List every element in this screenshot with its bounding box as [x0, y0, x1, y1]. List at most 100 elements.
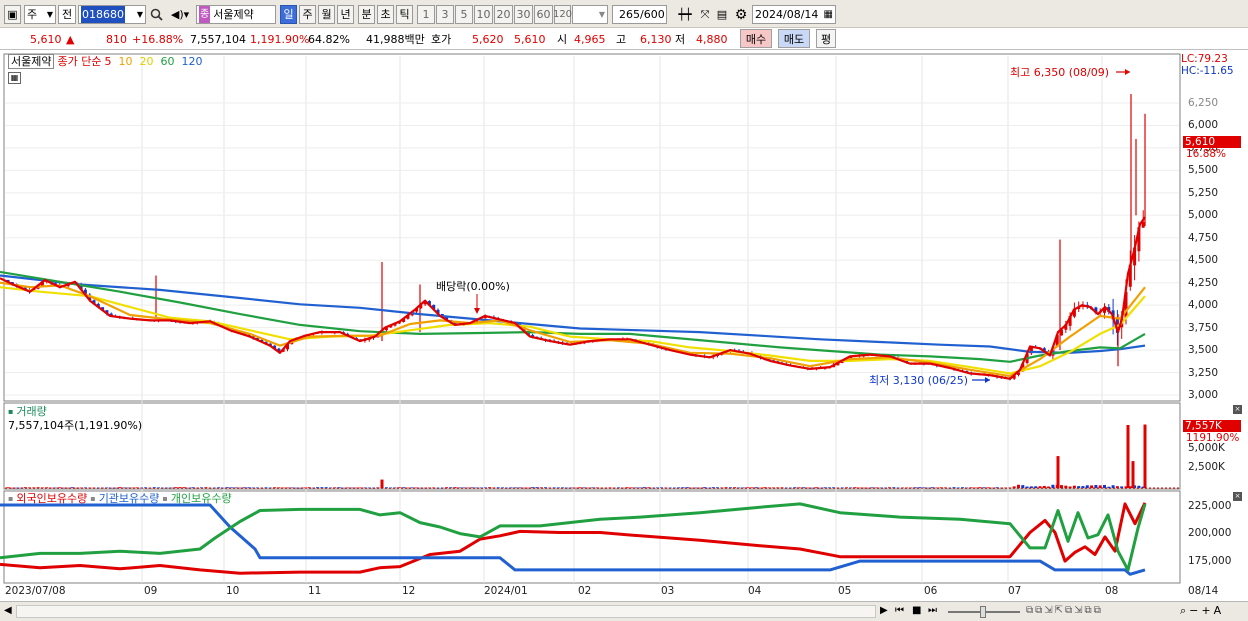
legend-square-icon: ▪ — [90, 494, 96, 503]
period-month[interactable]: 월 — [318, 5, 335, 24]
price-tick: 5,500 — [1188, 164, 1219, 177]
forward-icon[interactable]: ⏭ — [928, 605, 937, 616]
tool-icons[interactable]: ⧉⧉⇲⇱⧉⇲⧉⧉ — [1026, 605, 1103, 616]
volume-bar — [161, 487, 165, 489]
legend-stock[interactable]: 서울제약 — [8, 54, 55, 69]
stock-name: 서울제약 — [213, 8, 254, 21]
high-label: 고 — [616, 33, 627, 46]
rewind-icon[interactable]: ⏮ — [895, 605, 904, 616]
volume-bar — [139, 487, 143, 489]
chart-area — [0, 53, 1181, 584]
volume-bar — [961, 487, 965, 488]
scroll-left-icon[interactable]: ◀ — [4, 605, 12, 616]
volume-bar — [832, 487, 836, 488]
volume-bar — [273, 487, 277, 488]
count-value: 265 — [619, 8, 640, 21]
gear-icon[interactable]: ⚙ — [732, 5, 750, 24]
window-icon[interactable]: ▣ — [4, 5, 21, 24]
volume-bar — [1051, 484, 1055, 488]
volume-bar — [849, 487, 853, 488]
volume-bar — [397, 487, 401, 488]
volume-bar — [440, 487, 444, 489]
scroll-track[interactable] — [16, 605, 876, 618]
volume-bar — [913, 487, 917, 488]
period-minute[interactable]: 분 — [358, 5, 375, 24]
volume-bar — [1081, 486, 1085, 488]
avg-button[interactable]: 평 — [816, 29, 836, 48]
volume-bar — [896, 487, 900, 489]
interval-1[interactable]: 1 — [417, 5, 435, 24]
amount: 41,988백만 — [366, 33, 425, 46]
volume-bar — [402, 487, 406, 488]
search-icon[interactable] — [148, 5, 164, 24]
volume-bar — [225, 487, 229, 488]
legend-title: 종가 단순 — [57, 55, 102, 68]
stock-name-field[interactable]: 종 서울제약 — [196, 5, 276, 24]
zoom-handle[interactable] — [980, 606, 986, 618]
interval-120[interactable]: 120 — [553, 5, 572, 24]
stop-icon[interactable]: ■ — [912, 605, 921, 616]
volume-bar — [28, 487, 31, 488]
volume-bar — [384, 487, 388, 488]
volume-bar — [311, 487, 315, 489]
scroll-bar[interactable]: ◀ ▶ ⏮ ■ ⏭ ⧉⧉⇲⇱⧉⇲⧉⧉ ⌕−+A — [0, 601, 1248, 621]
market-select[interactable]: 주 ▼ — [24, 5, 56, 24]
volume-bar — [1068, 486, 1072, 488]
period-tick[interactable]: 틱 — [396, 5, 413, 24]
volume-bar — [324, 487, 328, 488]
close-icon[interactable]: × — [1233, 492, 1242, 501]
volume-bar — [780, 487, 784, 488]
volume-bar — [802, 487, 805, 488]
volume-bar — [1126, 425, 1130, 488]
volume-bar — [793, 487, 797, 488]
volume-bar — [535, 487, 539, 488]
period-week[interactable]: 주 — [299, 5, 316, 24]
interval-3[interactable]: 3 — [436, 5, 454, 24]
volume-bar — [1111, 485, 1115, 488]
interval-60[interactable]: 60 — [534, 5, 553, 24]
interval-select[interactable]: ▼ — [572, 5, 608, 24]
save-icon[interactable]: ▤ — [714, 5, 730, 24]
interval-20[interactable]: 20 — [494, 5, 513, 24]
scroll-right-icon[interactable]: ▶ — [880, 605, 888, 616]
volume-bar — [101, 487, 105, 489]
candle-icon[interactable]: ┿┿ — [676, 5, 694, 24]
legend-square-icon: ▪ — [8, 407, 14, 416]
speaker-icon[interactable]: ◀)▾ — [166, 5, 194, 24]
sell-button[interactable]: 매도 — [778, 29, 810, 48]
volume-bar — [445, 487, 449, 488]
hold-tick-225000: 225,000 — [1188, 500, 1232, 512]
count-field[interactable]: 265/600 — [612, 5, 667, 24]
volume-bar — [191, 487, 195, 488]
volume-bar — [853, 487, 857, 488]
volume-bar — [522, 487, 526, 489]
interval-10[interactable]: 10 — [474, 5, 493, 24]
volume-bar — [1107, 486, 1111, 488]
stock-code-input[interactable]: 018680 ▼ — [78, 5, 146, 24]
interval-5[interactable]: 5 — [455, 5, 473, 24]
x-tick: 11 — [308, 585, 322, 597]
date-field[interactable]: 2024/08/14 ▦ — [752, 5, 836, 24]
grid-toggle-icon[interactable]: ▦ — [8, 72, 21, 84]
volume-bar — [15, 487, 19, 489]
calendar-icon[interactable]: ▦ — [824, 6, 833, 23]
legend-square-icon: ▪ — [162, 494, 168, 503]
x-tick: 09 — [144, 585, 158, 597]
period-year[interactable]: 년 — [337, 5, 354, 24]
period-second[interactable]: 초 — [377, 5, 394, 24]
price-tick: 4,000 — [1188, 299, 1219, 312]
legend-inst: 기관보유수량 — [98, 492, 160, 505]
legend-square-icon: ▪ — [8, 494, 14, 503]
zoom-controls[interactable]: ⌕−+A — [1180, 604, 1224, 618]
buy-button[interactable]: 매수 — [740, 29, 772, 48]
interval-30[interactable]: 30 — [514, 5, 533, 24]
crosshair-icon[interactable]: ⤧ — [696, 5, 714, 24]
volume-bar — [415, 487, 418, 489]
volume-bar — [449, 487, 453, 488]
volume-bar — [1077, 486, 1081, 488]
volume-bar — [479, 487, 483, 489]
close-icon[interactable]: × — [1233, 405, 1242, 414]
prefix-button[interactable]: 전 — [58, 5, 76, 24]
volume-bar — [53, 487, 57, 489]
period-day[interactable]: 일 — [280, 5, 297, 24]
